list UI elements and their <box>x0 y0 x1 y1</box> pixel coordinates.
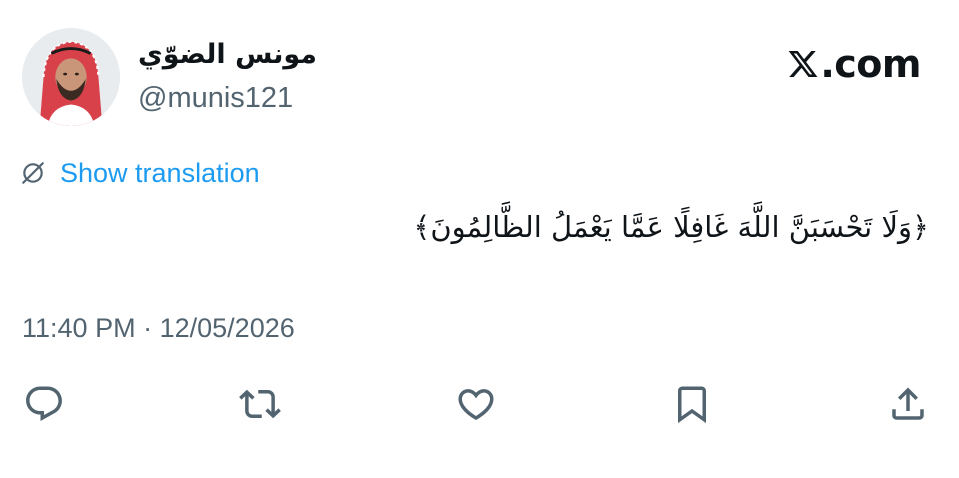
tweet-date: 12/05/2026 <box>159 313 295 343</box>
x-logo-icon <box>786 48 820 80</box>
action-bar <box>0 380 959 428</box>
bookmark-icon <box>678 386 706 424</box>
globe-slash-icon <box>20 160 46 186</box>
bookmark-button[interactable] <box>668 380 716 428</box>
brand-domain-text: .com <box>820 42 921 86</box>
author-display-name[interactable]: مونس الضوّي <box>138 37 317 73</box>
avatar[interactable] <box>22 28 120 126</box>
tweet-text: ﴿وَلَا تَحْسَبَنَّ اللَّهَ غَافِلًا عَمَ… <box>413 210 929 244</box>
author-handle[interactable]: @munis121 <box>138 80 293 116</box>
repost-button[interactable] <box>236 380 284 428</box>
reply-icon <box>26 386 62 421</box>
share-icon <box>892 387 924 420</box>
tweet-time: 11:40 PM <box>22 313 136 343</box>
show-translation-label: Show translation <box>60 158 260 188</box>
tweet-timestamp[interactable]: 11:40 PM · 12/05/2026 <box>22 310 295 346</box>
share-button[interactable] <box>884 380 932 428</box>
like-button[interactable] <box>452 380 500 428</box>
timestamp-separator: · <box>143 313 153 343</box>
reply-button[interactable] <box>20 380 68 428</box>
show-translation-link[interactable]: Show translation <box>20 156 260 190</box>
like-icon <box>458 389 494 421</box>
user-avatar <box>22 28 120 126</box>
repost-icon <box>239 389 281 419</box>
brand-watermark: .com <box>786 44 921 84</box>
